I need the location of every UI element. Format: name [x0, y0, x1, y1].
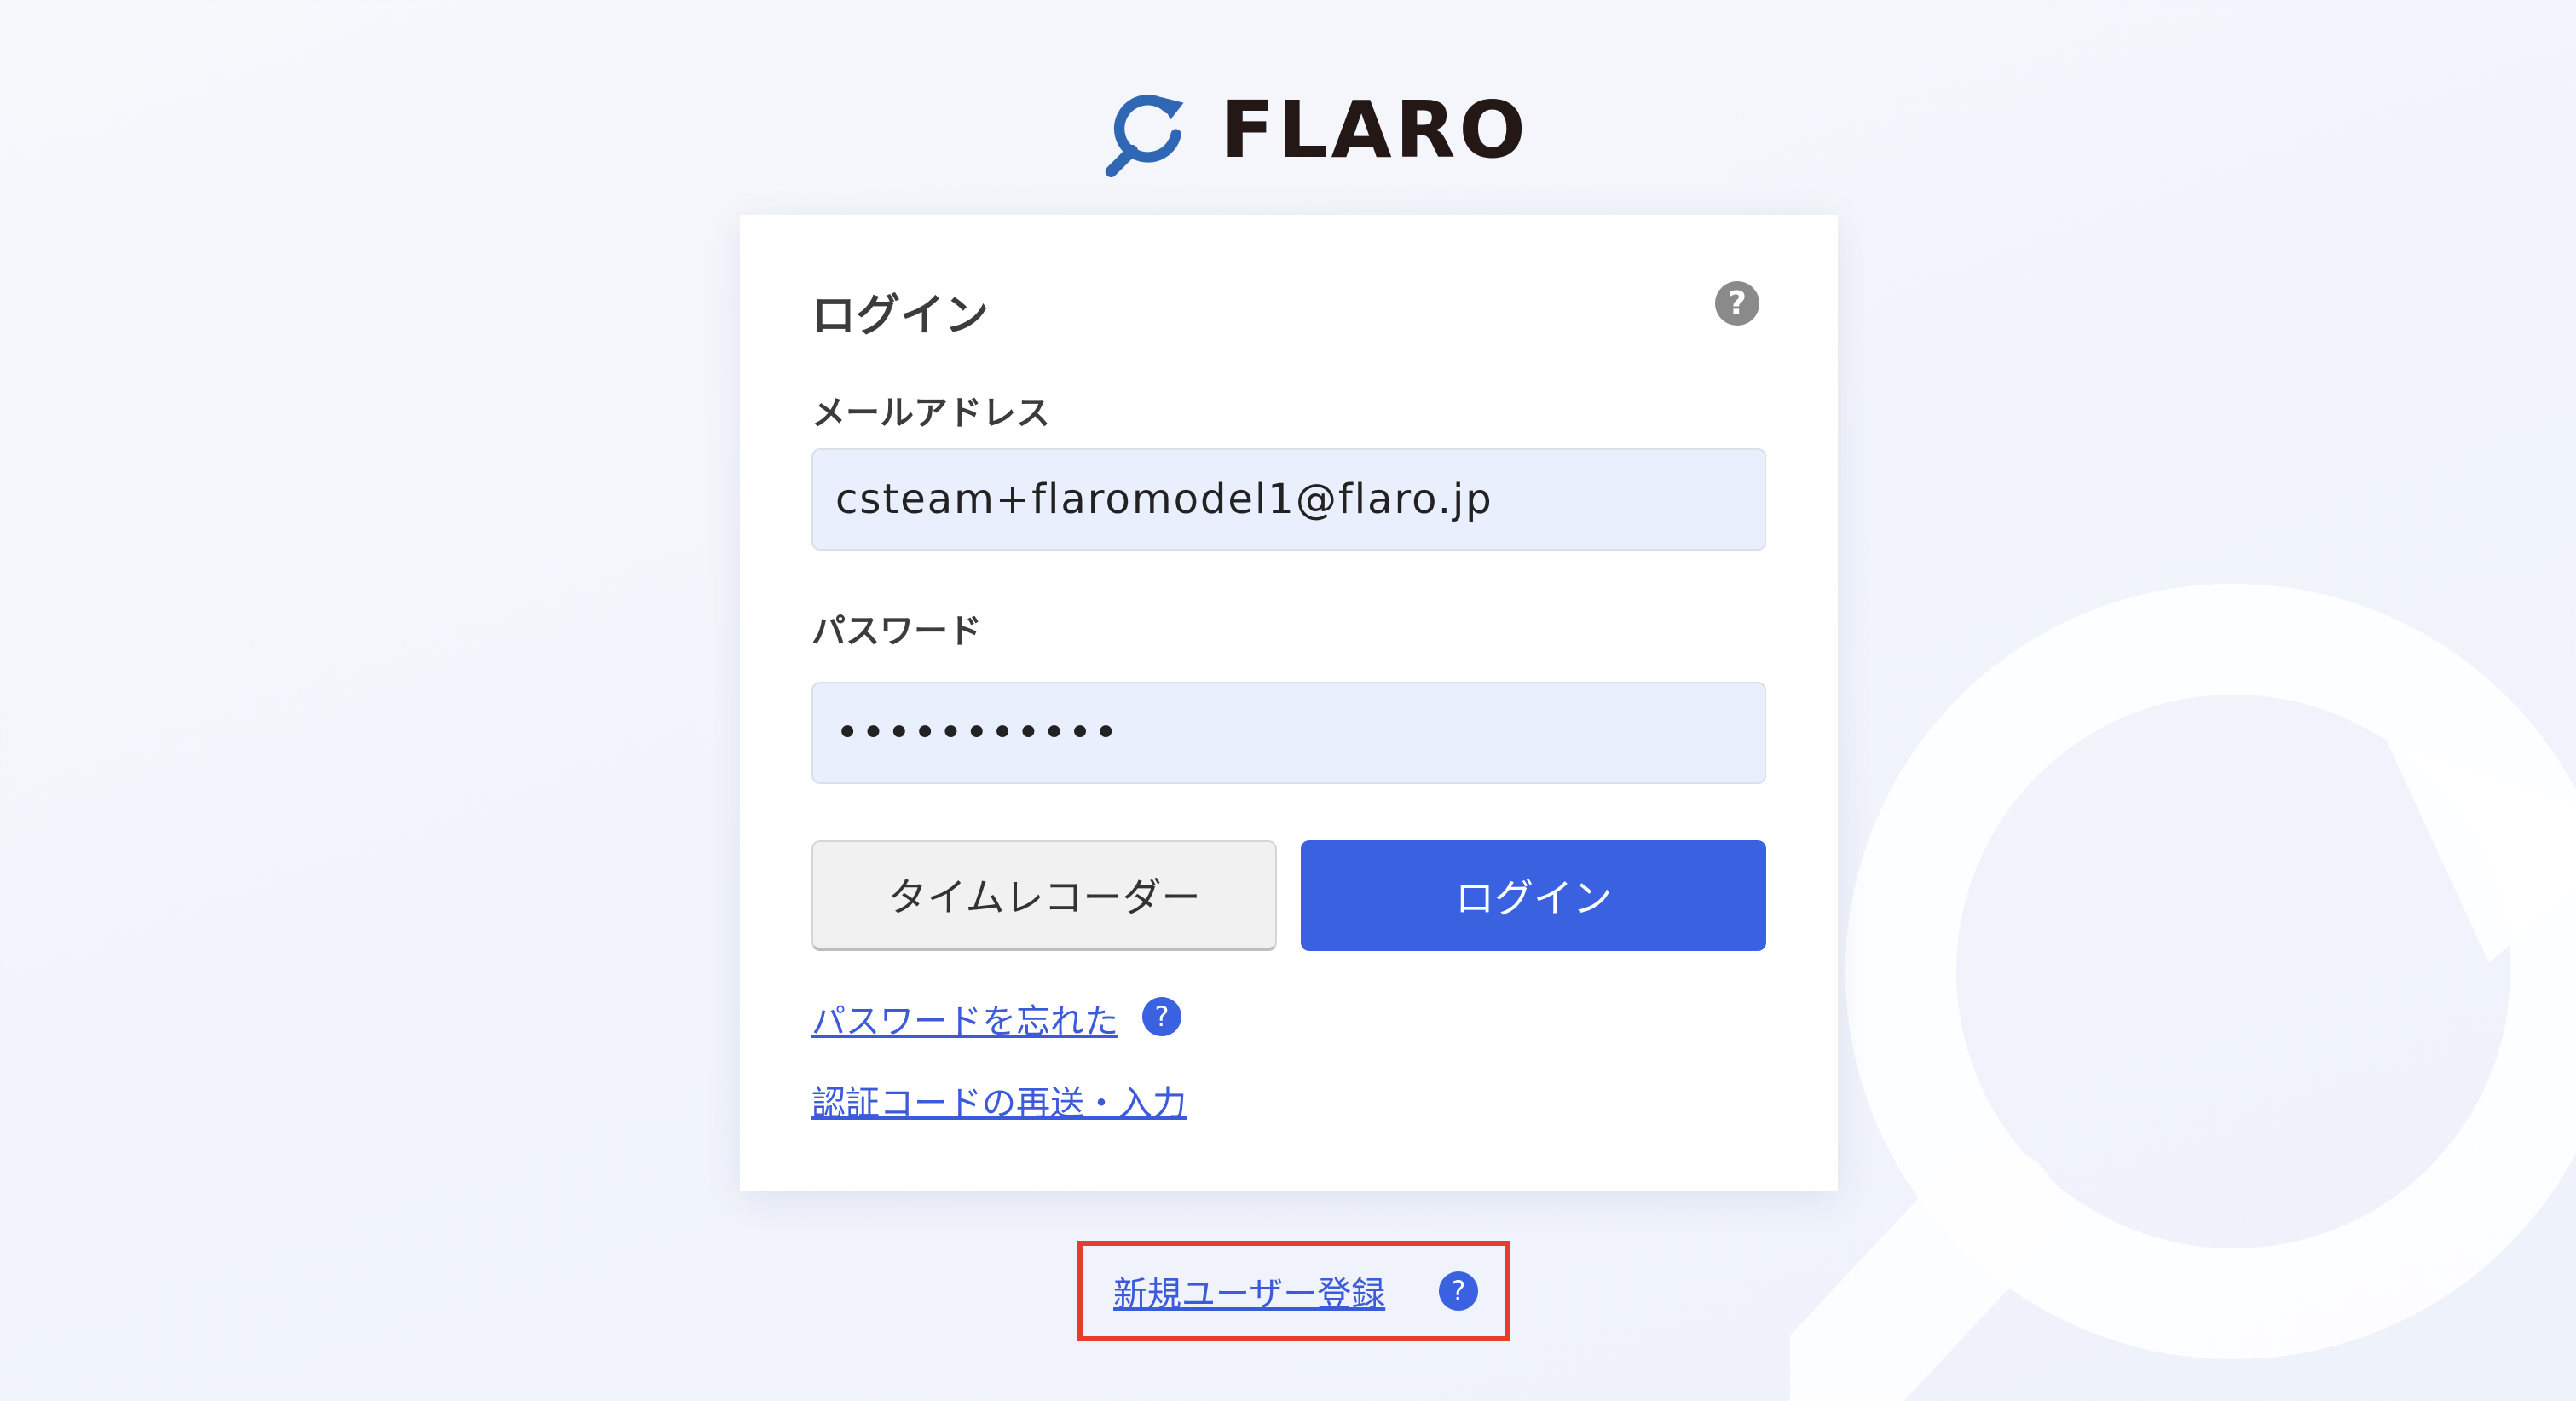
time-recorder-button[interactable]: タイムレコーダー	[811, 840, 1277, 951]
forgot-password-link[interactable]: パスワードを忘れた	[811, 994, 1118, 1043]
login-button[interactable]: ログイン	[1301, 840, 1766, 951]
brand-name: FLARO	[1221, 84, 1529, 176]
password-field[interactable]	[811, 682, 1766, 784]
email-label: メールアドレス	[811, 394, 1050, 433]
register-link[interactable]: 新規ユーザー登録	[1113, 1266, 1385, 1316]
register-help-icon[interactable]: ?	[1439, 1271, 1478, 1311]
watermark-magnifier-icon	[1790, 584, 2576, 1401]
resend-code-link[interactable]: 認証コードの再送・入力	[811, 1075, 1187, 1125]
question-circle-icon[interactable]: ?	[1715, 281, 1759, 326]
login-card: ログイン ? メールアドレス パスワード タイムレコーダー ログイン パスワード…	[740, 215, 1838, 1191]
login-title: ログイン	[811, 291, 990, 342]
brand-logo: FLARO	[1100, 78, 1529, 181]
email-field[interactable]	[811, 448, 1766, 551]
forgot-password-help-icon[interactable]: ?	[1142, 997, 1181, 1036]
password-label: パスワード	[811, 612, 982, 651]
magnifier-refresh-icon	[1105, 95, 1184, 177]
